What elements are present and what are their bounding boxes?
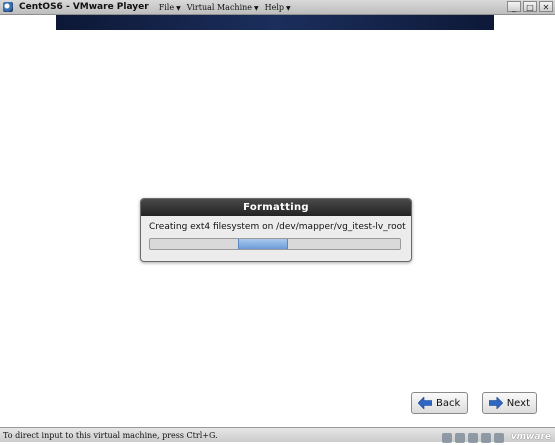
dialog-title: Formatting <box>141 199 411 216</box>
installer-header-banner <box>56 15 494 30</box>
dialog-message: Creating ext4 filesystem on /dev/mapper/… <box>149 222 406 232</box>
close-button[interactable]: ✕ <box>539 1 553 12</box>
network-icon[interactable] <box>467 432 478 443</box>
menu-help-label: Help <box>264 2 285 12</box>
title-bar: CentOS6 - VMware Player File ▼ Virtual Ma… <box>0 0 555 15</box>
window-controls: _ □ ✕ <box>507 1 553 12</box>
minimize-button[interactable]: _ <box>507 1 521 12</box>
formatting-dialog: Formatting Creating ext4 filesystem on /… <box>140 198 412 262</box>
menu-bar: File ▼ Virtual Machine ▼ Help ▼ <box>159 3 297 12</box>
vmware-app-icon <box>3 2 13 12</box>
device-tray: vmware <box>441 430 551 445</box>
status-hint: To direct input to this virtual machine,… <box>3 431 218 440</box>
menu-help[interactable]: Help ▼ <box>265 3 291 12</box>
vmware-logo: vmware <box>510 432 551 442</box>
sound-icon[interactable] <box>493 432 504 443</box>
menu-virtual-machine-label: Virtual Machine <box>186 2 253 12</box>
menu-virtual-machine[interactable]: Virtual Machine ▼ <box>187 3 259 12</box>
back-button[interactable]: Back <box>411 392 468 414</box>
window-title: CentOS6 - VMware Player <box>19 2 149 12</box>
status-bar: To direct input to this virtual machine,… <box>0 427 555 445</box>
chevron-down-icon: ▼ <box>286 4 291 12</box>
chevron-down-icon: ▼ <box>176 4 181 12</box>
progress-bar <box>149 238 401 250</box>
chevron-down-icon: ▼ <box>254 4 259 12</box>
cd-drive-icon[interactable] <box>454 432 465 443</box>
next-button-label: Next <box>506 397 530 409</box>
next-button[interactable]: Next <box>482 392 537 414</box>
arrow-right-icon <box>489 397 503 409</box>
menu-file-label: File <box>158 2 175 12</box>
menu-file[interactable]: File ▼ <box>159 3 181 12</box>
maximize-button[interactable]: □ <box>523 1 537 12</box>
usb-icon[interactable] <box>480 432 491 443</box>
back-button-label: Back <box>436 397 461 409</box>
hard-disk-icon[interactable] <box>441 432 452 443</box>
vmware-player-window: CentOS6 - VMware Player File ▼ Virtual Ma… <box>0 0 555 445</box>
arrow-left-icon <box>418 397 432 409</box>
progress-pulse <box>237 239 288 249</box>
